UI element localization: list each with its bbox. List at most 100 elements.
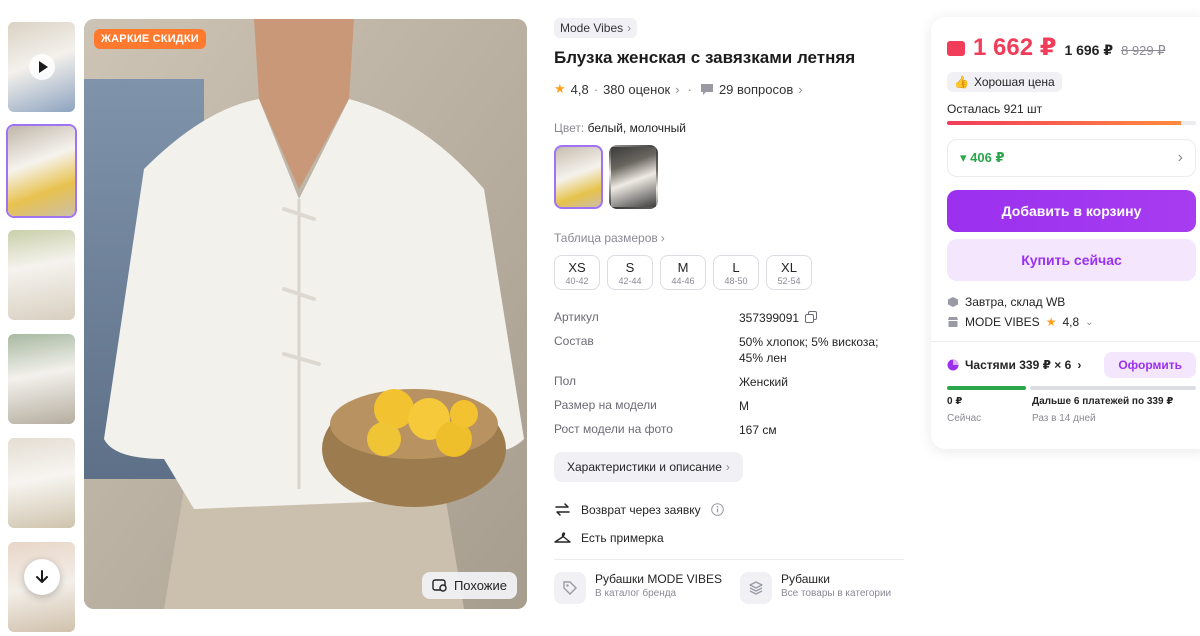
spec-row: Пол Женский [554, 374, 904, 390]
wallet-icon [947, 41, 965, 56]
size-label: XS [568, 260, 586, 275]
chevron-right-icon: › [660, 231, 665, 245]
color-label: Цвет: [554, 121, 585, 135]
color-swatch-milk[interactable] [609, 145, 658, 209]
tag-icon [554, 572, 586, 604]
seller-rating: 4,8 [1062, 315, 1080, 329]
spec-key: Артикул [554, 310, 599, 324]
thumbnail-video[interactable] [6, 20, 77, 114]
box-icon [948, 297, 958, 307]
size-range: 48-50 [724, 276, 748, 286]
size-option-l[interactable]: L 48-50 [713, 255, 759, 290]
brand-catalog-link[interactable]: Рубашки MODE VIBES В каталог бренда [554, 572, 722, 604]
divider [554, 559, 904, 560]
size-range: 52-54 [777, 276, 801, 286]
stock-left: Осталась 921 шт [947, 102, 1043, 116]
copy-icon[interactable] [805, 311, 818, 323]
color-row: Цвет: белый, молочный [554, 121, 904, 135]
shop-icon [948, 317, 958, 327]
stock-progress-fill [947, 121, 1182, 125]
product-photo [84, 19, 527, 609]
size-label: M [677, 260, 689, 275]
delivery-text: Завтра, склад WB [965, 295, 1066, 309]
thumbnail-4[interactable] [6, 436, 77, 530]
pay-now-amount: 0 ₽ [947, 396, 963, 407]
price-row: 1 662 ₽ 1 696 ₽ 8 929 ₽ [947, 33, 1196, 62]
buy-panel: 1 662 ₽ 1 696 ₽ 8 929 ₽ 👍 Хорошая цена О… [931, 17, 1200, 449]
image-search-icon [432, 578, 447, 592]
size-range: 44-46 [671, 276, 695, 286]
good-price-label: Хорошая цена [973, 75, 1055, 89]
chevron-right-icon: › [1177, 149, 1183, 166]
spec-row: Рост модели на фото 167 см [554, 422, 904, 438]
star-icon: ★ [1045, 315, 1057, 329]
size-option-xl[interactable]: XL 52-54 [766, 255, 812, 290]
main-product-image[interactable]: ЖАРКИЕ СКИДКИ Похожие [84, 19, 527, 609]
divider [931, 341, 1200, 342]
brand-catalog-title: Рубашки MODE VIBES [595, 572, 723, 586]
spec-value: Женский [739, 375, 788, 389]
similar-label: Похожие [453, 578, 507, 593]
discount-amount: ▾ 406 ₽ [960, 150, 1005, 165]
article-number: 357399091 [739, 311, 800, 325]
brand-chip[interactable]: Mode Vibes › [554, 18, 638, 38]
thumbnail-2[interactable] [6, 228, 77, 322]
rating-value: 4,8 [570, 81, 589, 97]
discount-dropdown[interactable]: ▾ 406 ₽ › [947, 139, 1196, 177]
size-option-xs[interactable]: XS 40-42 [554, 255, 600, 290]
installments-text: Частями 339 ₽ × 6 [965, 358, 1072, 372]
similar-button[interactable]: Похожие [421, 572, 517, 599]
product-title: Блузка женская с завязками летняя [554, 48, 856, 67]
thumbnail-3[interactable] [6, 332, 77, 426]
chevron-right-icon: › [725, 460, 730, 474]
installments-row: Частями 339 ₽ × 6 › Оформить [947, 352, 1196, 378]
size-label: XL [781, 260, 797, 275]
pay-later-label: Раз в 14 дней [1032, 413, 1096, 424]
size-label: L [732, 260, 740, 275]
thumbnail-1[interactable] [6, 124, 77, 218]
chevron-right-icon: › [675, 81, 680, 97]
chevron-right-icon: › [627, 21, 632, 35]
specs-table: Артикул 357399091 Состав 50% хлопок; 5% … [554, 310, 904, 438]
chevron-right-icon: › [1077, 358, 1082, 372]
price-with-wallet: 1 662 ₽ [973, 34, 1057, 61]
reviews-link[interactable]: 380 оценок [603, 82, 670, 97]
spec-value: 50% хлопок; 5% вискоза; 45% лен [739, 335, 879, 365]
return-info: Возврат через заявку [554, 502, 904, 517]
size-table-label: Таблица размеров [554, 231, 658, 245]
size-table-link[interactable]: Таблица размеров › [554, 231, 665, 245]
category-links: Рубашки MODE VIBES В каталог бренда Руба… [554, 572, 904, 604]
pie-icon [947, 359, 959, 371]
buy-now-button[interactable]: Купить сейчас [947, 239, 1196, 281]
thumbnail-strip [6, 20, 78, 636]
paid-segment [947, 386, 1027, 390]
questions-link[interactable]: 29 вопросов [719, 82, 793, 97]
hot-sale-badge: ЖАРКИЕ СКИДКИ [94, 29, 206, 49]
seller-info[interactable]: MODE VIBES ★ 4,8 ⌄ [947, 315, 1196, 329]
color-swatch-white[interactable] [554, 145, 603, 209]
scroll-down-button[interactable] [24, 559, 60, 595]
add-to-cart-button[interactable]: Добавить в корзину [947, 190, 1196, 232]
dot-separator: · [593, 81, 599, 97]
good-price-badge: 👍 Хорошая цена [947, 72, 1062, 92]
size-range: 42-44 [618, 276, 642, 286]
category-title: Рубашки [781, 572, 831, 586]
spec-row: Состав 50% хлопок; 5% вискоза; 45% лен [554, 334, 904, 366]
characteristics-label: Характеристики и описание [567, 460, 722, 474]
fitting-info: Есть примерка [554, 531, 904, 545]
category-link[interactable]: Рубашки Все товары в категории [740, 572, 891, 604]
installments-apply-button[interactable]: Оформить [1104, 352, 1196, 378]
info-icon[interactable] [710, 503, 724, 516]
play-icon [28, 54, 55, 80]
seller-name: MODE VIBES [965, 315, 1040, 329]
spec-key: Размер на модели [554, 398, 657, 412]
question-bubble-icon [700, 83, 713, 95]
size-option-s[interactable]: S 42-44 [607, 255, 653, 290]
characteristics-button[interactable]: Характеристики и описание › [554, 452, 743, 482]
installments-progress [947, 386, 1196, 390]
delivery-info: Завтра, склад WB [947, 295, 1196, 309]
brand-catalog-sub: В каталог бренда [595, 588, 677, 599]
arrow-down-icon [36, 570, 48, 583]
size-option-m[interactable]: M 44-46 [660, 255, 706, 290]
spec-value: 357399091 [739, 310, 904, 326]
